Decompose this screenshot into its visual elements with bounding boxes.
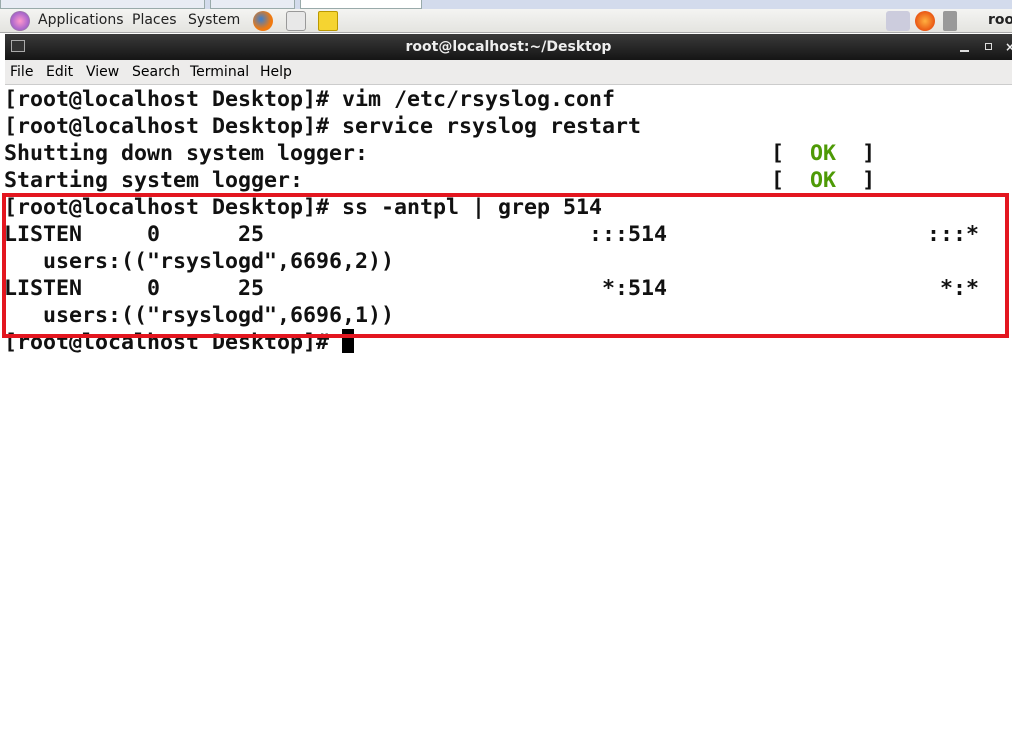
line-text: Shutting down system logger: xyxy=(4,141,369,166)
window-titlebar[interactable]: root@localhost:~/Desktop × xyxy=(5,34,1012,60)
notes-icon[interactable] xyxy=(318,11,338,31)
terminal-line: [root@localhost Desktop]# vim /etc/rsysl… xyxy=(4,86,979,113)
user-name[interactable]: roo xyxy=(988,12,1012,28)
mail-icon[interactable] xyxy=(286,11,306,31)
line-text: Starting system logger: xyxy=(4,168,304,193)
menu-terminal[interactable]: Terminal xyxy=(190,64,249,80)
close-icon[interactable]: × xyxy=(1005,34,1012,60)
menu-edit[interactable]: Edit xyxy=(46,64,73,80)
menubar: File Edit View Search Terminal Help xyxy=(5,60,1012,85)
terminal-line: Shutting down system logger: [ OK ] xyxy=(4,140,979,167)
taskbar-tabs xyxy=(0,0,1012,9)
volume-icon[interactable] xyxy=(943,11,957,31)
menu-search[interactable]: Search xyxy=(132,64,180,80)
status-badge: [ OK ] xyxy=(771,141,876,166)
terminal-line: [root@localhost Desktop]# service rsyslo… xyxy=(4,113,979,140)
places-menu[interactable]: Places xyxy=(132,12,177,28)
top-panel: Applications Places System roo xyxy=(0,9,1012,33)
highlight-box xyxy=(2,193,1009,338)
menu-file[interactable]: File xyxy=(10,64,33,80)
terminal-line: Starting system logger: [ OK ] xyxy=(4,167,979,194)
menu-view[interactable]: View xyxy=(86,64,119,80)
alert-icon[interactable] xyxy=(915,11,935,31)
task-tab[interactable] xyxy=(0,0,205,9)
line-text: [root@localhost Desktop]# service rsyslo… xyxy=(4,114,642,139)
system-menu[interactable]: System xyxy=(188,12,240,28)
line-text: [root@localhost Desktop]# vim /etc/rsysl… xyxy=(4,87,616,112)
maximize-icon[interactable] xyxy=(985,43,992,50)
minimize-icon[interactable] xyxy=(960,50,969,52)
menu-help[interactable]: Help xyxy=(260,64,292,80)
window-title: root@localhost:~/Desktop xyxy=(405,39,612,55)
task-tab-active[interactable] xyxy=(300,0,422,9)
task-tab[interactable] xyxy=(210,0,295,9)
status-badge: [ OK ] xyxy=(771,168,876,193)
firefox-icon[interactable] xyxy=(253,11,273,31)
terminal-icon xyxy=(11,40,25,52)
status-ok: OK xyxy=(810,141,837,166)
applications-menu[interactable]: Applications xyxy=(38,12,124,28)
network-icon[interactable] xyxy=(886,11,910,31)
gnome-foot-icon xyxy=(10,11,30,31)
status-ok: OK xyxy=(810,168,837,193)
